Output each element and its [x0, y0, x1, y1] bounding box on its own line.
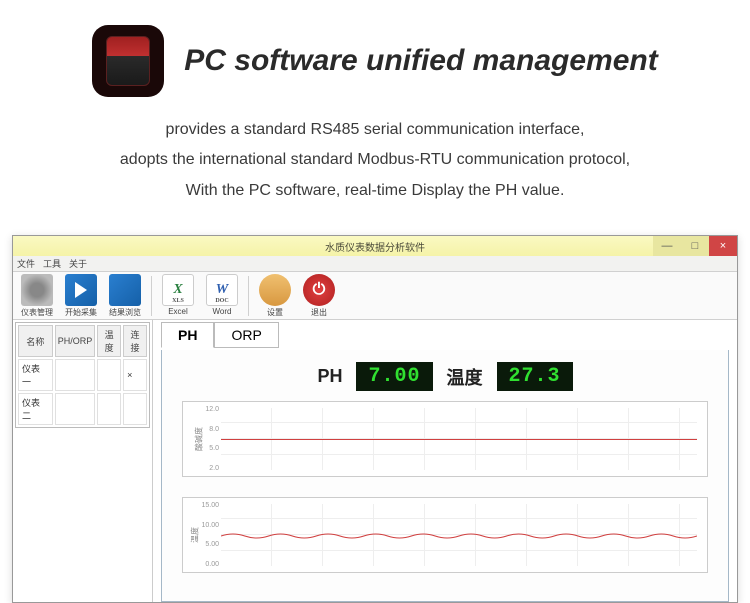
desc-line: provides a standard RS485 serial communi… — [0, 115, 750, 145]
device-sidebar: 名称 PH/ORP 温度 连接 仪表一 × 仪表二 — [13, 320, 153, 603]
table-row[interactable]: 仪表一 × — [18, 359, 147, 391]
toolbar: 仪表管理 开始采集 结果浏览 X Excel W Word 设置 ⏻ 退出 — [13, 272, 737, 320]
toolbar-device-mgmt[interactable]: 仪表管理 — [17, 274, 57, 318]
toolbar-word[interactable]: W Word — [202, 274, 242, 316]
book-icon — [109, 274, 141, 306]
window-title: 水质仪表数据分析软件 — [325, 239, 425, 254]
ph-chart: 酸碱度 12.0 8.0 5.0 2.0 — [182, 401, 708, 477]
menu-bar: 文件 工具 关于 — [13, 256, 737, 272]
page-title: PC software unified management — [184, 44, 657, 78]
minimize-button[interactable]: — — [653, 236, 681, 256]
desc-line: With the PC software, real-time Display … — [0, 176, 750, 206]
col-name[interactable]: 名称 — [18, 325, 53, 357]
temp-label: 温度 — [447, 364, 483, 390]
settings-icon — [259, 274, 291, 306]
temp-value: 27.3 — [497, 362, 573, 391]
app-logo-icon — [92, 25, 164, 97]
table-row[interactable]: 仪表二 — [18, 393, 147, 425]
temp-chart: 温度 15.00 10.00 5.00 0.00 — [182, 497, 708, 573]
play-icon — [65, 274, 97, 306]
excel-icon: X — [162, 274, 194, 306]
toolbar-settings[interactable]: 设置 — [255, 274, 295, 318]
chart-yticks: 12.0 8.0 5.0 2.0 — [199, 406, 219, 472]
power-icon: ⏻ — [303, 274, 335, 306]
close-button[interactable]: × — [709, 236, 737, 256]
toolbar-exit[interactable]: ⏻ 退出 — [299, 274, 339, 318]
tab-orp[interactable]: ORP — [214, 322, 278, 348]
col-phorp[interactable]: PH/ORP — [55, 325, 96, 357]
toolbar-excel[interactable]: X Excel — [158, 274, 198, 316]
chart-trace — [221, 532, 697, 540]
display-panel: PH 7.00 温度 27.3 酸碱度 12.0 8.0 5.0 2.0 — [161, 350, 729, 602]
menu-file[interactable]: 文件 — [17, 257, 35, 270]
gear-icon — [21, 274, 53, 306]
toolbar-result-view[interactable]: 结果浏览 — [105, 274, 145, 318]
ph-value: 7.00 — [356, 362, 432, 391]
description-block: provides a standard RS485 serial communi… — [0, 115, 750, 206]
maximize-button[interactable]: □ — [681, 236, 709, 256]
chart-trace — [221, 439, 697, 440]
col-conn[interactable]: 连接 — [123, 325, 147, 357]
word-icon: W — [206, 274, 238, 306]
tab-ph[interactable]: PH — [161, 322, 214, 348]
window-titlebar[interactable]: 水质仪表数据分析软件 — □ × — [13, 236, 737, 256]
software-window: 水质仪表数据分析软件 — □ × 文件 工具 关于 仪表管理 开始采集 结果浏览… — [12, 235, 738, 603]
menu-tools[interactable]: 工具 — [43, 257, 61, 270]
chart-yticks: 15.00 10.00 5.00 0.00 — [199, 502, 219, 568]
device-table[interactable]: 名称 PH/ORP 温度 连接 仪表一 × 仪表二 — [15, 322, 150, 428]
separator — [151, 276, 152, 316]
ph-label: PH — [317, 366, 342, 387]
col-temp[interactable]: 温度 — [97, 325, 121, 357]
separator — [248, 276, 249, 316]
toolbar-start-acquisition[interactable]: 开始采集 — [61, 274, 101, 318]
menu-about[interactable]: 关于 — [69, 257, 87, 270]
desc-line: adopts the international standard Modbus… — [0, 145, 750, 175]
